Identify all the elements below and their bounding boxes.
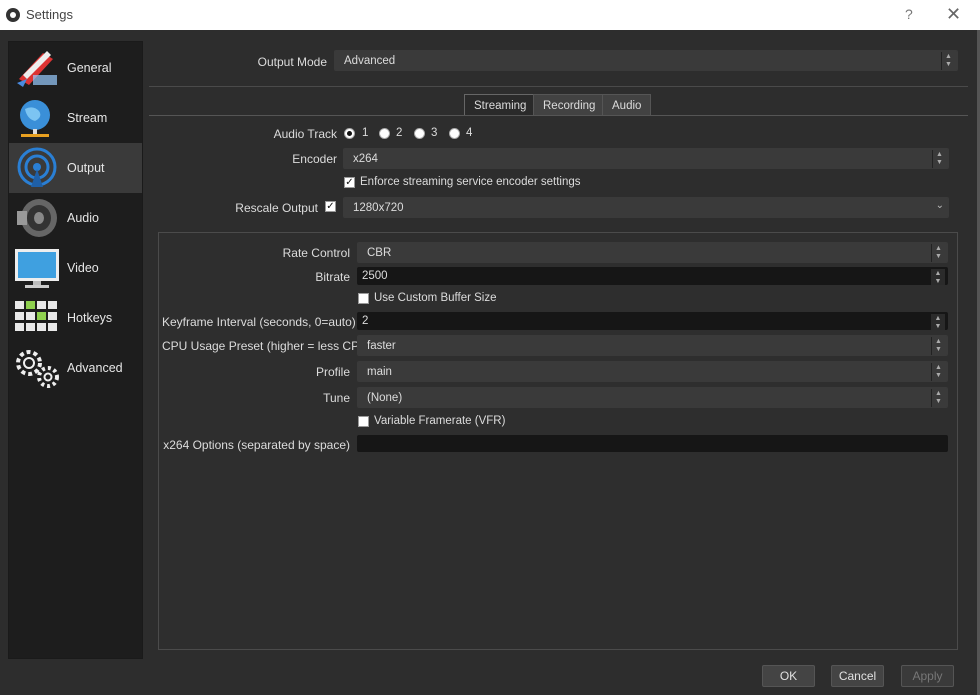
x264-options-label: x264 Options (separated by space) [163, 438, 350, 452]
divider [149, 86, 968, 87]
rescale-output-value: 1280x720 [353, 202, 404, 214]
rate-control-label: Rate Control [282, 246, 350, 260]
sidebar-item-stream[interactable]: Stream [9, 93, 142, 143]
apply-button[interactable]: Apply [901, 665, 954, 687]
keyboard-icon [15, 301, 57, 331]
audio-track-option-label: 2 [396, 127, 403, 139]
rate-control-select[interactable]: CBR ▲ ▼ [357, 242, 948, 263]
sidebar-item-label: Audio [67, 211, 99, 225]
audio-track-option-label: 1 [362, 127, 369, 139]
tab-audio[interactable]: Audio [602, 94, 652, 116]
output-mode-select[interactable]: Advanced ▲ ▼ [334, 50, 958, 71]
settings-sidebar: General Stream Output Audio Video Hotkey… [8, 41, 143, 659]
chevron-down-icon: ⌄ [935, 200, 944, 211]
sidebar-item-label: General [67, 61, 112, 75]
encoder-value: x264 [353, 153, 378, 165]
vfr-checkbox[interactable] [358, 416, 369, 427]
tune-value: (None) [367, 392, 403, 404]
bitrate-label: Bitrate [315, 270, 350, 284]
spin-arrows-icon: ▲ ▼ [941, 52, 955, 70]
bitrate-spinbox[interactable]: 2500 ▲ ▼ [357, 267, 948, 285]
help-button[interactable]: ? [905, 6, 913, 22]
sidebar-item-audio[interactable]: Audio [9, 193, 142, 243]
sidebar-item-label: Hotkeys [67, 311, 113, 325]
rescale-output-label: Rescale Output [235, 201, 318, 215]
ok-button[interactable]: OK [762, 665, 815, 687]
bitrate-value: 2500 [362, 270, 388, 282]
rate-control-value: CBR [367, 247, 392, 259]
vfr-label: Variable Framerate (VFR) [374, 415, 506, 427]
spin-arrows-icon: ▲ ▼ [931, 314, 945, 330]
general-icon [17, 51, 57, 87]
title-bar: Settings ? ✕ [0, 0, 980, 30]
output-mode-label: Output Mode [257, 55, 327, 69]
custom-buffer-label: Use Custom Buffer Size [374, 292, 497, 304]
rescale-output-checkbox[interactable]: ✓ [325, 201, 336, 212]
spin-arrows-icon: ▲ ▼ [931, 244, 945, 262]
output-antenna-icon [17, 147, 57, 187]
sidebar-item-advanced[interactable]: Advanced [9, 343, 142, 393]
keyframe-interval-value: 2 [362, 315, 369, 327]
output-mode-value: Advanced [344, 55, 396, 67]
cpu-preset-label: CPU Usage Preset (higher = less CPU) [162, 339, 372, 353]
spin-arrows-icon: ▲ ▼ [931, 389, 945, 407]
sidebar-item-output[interactable]: Output [9, 143, 142, 193]
sidebar-item-general[interactable]: General [9, 43, 142, 93]
encoder-label: Encoder [292, 152, 337, 166]
sidebar-item-label: Advanced [67, 361, 123, 375]
obs-logo-icon [6, 8, 20, 22]
cancel-button[interactable]: Cancel [831, 665, 884, 687]
sidebar-item-label: Stream [67, 111, 108, 125]
enforce-encoder-settings-label: Enforce streaming service encoder settin… [360, 176, 581, 188]
profile-value: main [367, 366, 392, 378]
sidebar-item-video[interactable]: Video [9, 243, 142, 293]
monitor-icon [15, 249, 59, 288]
tab-recording[interactable]: Recording [533, 94, 606, 116]
window-title: Settings [26, 7, 73, 22]
keyframe-interval-label: Keyframe Interval (seconds, 0=auto) [162, 315, 356, 329]
tab-streaming[interactable]: Streaming [464, 94, 537, 116]
audio-track-radio-2[interactable] [379, 128, 390, 139]
rescale-output-select[interactable]: 1280x720 ⌄ [343, 197, 949, 218]
cpu-preset-value: faster [367, 340, 396, 352]
audio-track-radio-3[interactable] [414, 128, 425, 139]
sidebar-item-label: Output [67, 161, 105, 175]
spin-arrows-icon: ▲ ▼ [932, 150, 946, 168]
profile-select[interactable]: main ▲ ▼ [357, 361, 948, 382]
speaker-icon [17, 199, 57, 237]
audio-track-radio-1[interactable] [344, 128, 355, 139]
audio-track-option-label: 3 [431, 127, 438, 139]
spin-arrows-icon: ▲ ▼ [931, 337, 945, 355]
spin-arrows-icon: ▲ ▼ [931, 269, 945, 285]
tune-label: Tune [323, 391, 350, 405]
sidebar-item-hotkeys[interactable]: Hotkeys [9, 293, 142, 343]
encoder-select[interactable]: x264 ▲ ▼ [343, 148, 949, 169]
audio-track-option-label: 4 [466, 127, 473, 139]
audio-track-label: Audio Track [273, 127, 337, 141]
cpu-preset-select[interactable]: faster ▲ ▼ [357, 335, 948, 356]
gears-icon [16, 350, 59, 388]
keyframe-interval-spinbox[interactable]: 2 ▲ ▼ [357, 312, 948, 330]
audio-track-radio-4[interactable] [449, 128, 460, 139]
x264-options-input[interactable] [357, 435, 948, 452]
spin-arrows-icon: ▲ ▼ [931, 363, 945, 381]
sidebar-item-label: Video [67, 261, 99, 275]
close-button[interactable]: ✕ [946, 4, 961, 25]
enforce-encoder-settings-checkbox[interactable]: ✓ [344, 177, 355, 188]
tab-underline [149, 115, 968, 116]
profile-label: Profile [315, 365, 350, 379]
custom-buffer-checkbox[interactable] [358, 293, 369, 304]
stream-globe-icon [20, 100, 50, 137]
tune-select[interactable]: (None) ▲ ▼ [357, 387, 948, 408]
